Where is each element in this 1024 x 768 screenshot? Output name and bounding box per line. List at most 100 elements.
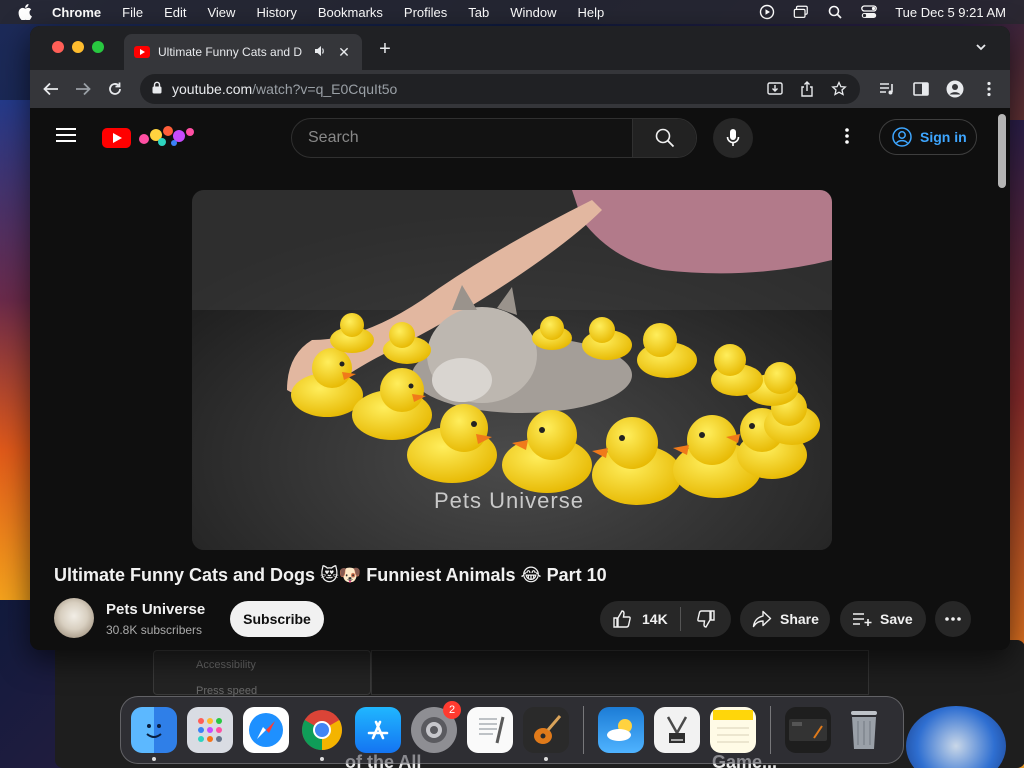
new-tab-button[interactable]: + [374,38,396,61]
voice-search-button[interactable] [713,118,753,158]
menubar-clock[interactable]: Tue Dec 5 9:21 AM [895,5,1006,20]
save-label: Save [880,611,913,627]
reload-icon[interactable] [106,80,124,98]
share-arrow-icon [752,610,772,628]
youtube-doodle-icon[interactable] [136,123,196,147]
video-title: Ultimate Funny Cats and Dogs 😻🐶 Funniest… [54,565,607,585]
menu-bookmarks[interactable]: Bookmarks [318,5,383,20]
channel-avatar[interactable] [54,598,94,638]
menu-bar: Chrome File Edit View History Bookmarks … [0,0,1024,24]
thumbs-down-icon [697,610,715,628]
search-box [291,118,697,158]
sign-in-label: Sign in [920,129,967,145]
zoom-window-button[interactable] [92,41,104,53]
video-player[interactable]: Pets Universe [192,190,832,550]
search-icon [655,128,674,148]
microphone-icon [726,129,740,146]
thumbs-up-icon [613,610,631,628]
minimize-window-button[interactable] [72,41,84,53]
control-center-icon[interactable] [861,4,878,20]
spotlight-search-icon[interactable] [827,4,843,20]
video-watermark: Pets Universe [434,488,584,513]
share-page-icon[interactable] [798,80,816,98]
address-bar[interactable]: youtube.com/watch?v=q_E0CquIt5o [140,74,860,104]
apple-icon[interactable] [18,4,36,20]
side-panel-icon[interactable] [912,80,930,98]
like-count: 14K [642,611,668,627]
menu-edit[interactable]: Edit [164,5,186,20]
hamburger-menu-icon[interactable] [56,128,76,146]
launchpad-icon[interactable] [187,707,233,753]
chrome-icon[interactable] [299,707,345,761]
background-panel-line: Accessibility [196,659,256,671]
tab-title: Ultimate Funny Cats and D [158,45,303,59]
url-host: youtube.com [172,81,253,97]
account-icon [892,127,912,147]
speaker-icon[interactable] [314,45,328,60]
tab-close-icon[interactable]: ✕ [336,44,352,61]
window-controls [52,41,104,53]
active-tab[interactable]: Ultimate Funny Cats and D ✕ [124,34,362,70]
youtube-header: Sign in [30,108,994,166]
save-button[interactable]: Save [840,601,926,637]
garageband-icon[interactable] [523,707,569,761]
channel-subscriber-count: 30.8K subscribers [106,623,203,637]
menu-view[interactable]: View [207,5,235,20]
forward-arrow-icon[interactable] [74,80,92,98]
lock-icon[interactable] [152,81,162,97]
dislike-button[interactable] [681,609,731,629]
playlist-add-icon [853,613,872,626]
screenshot-thumbnail-icon[interactable] [785,707,831,753]
menu-file[interactable]: File [122,5,143,20]
notes-icon[interactable] [710,707,756,753]
media-play-icon[interactable] [759,4,775,20]
youtube-logo[interactable] [102,128,131,148]
menu-window[interactable]: Window [510,5,556,20]
like-button[interactable]: 14K [600,609,680,629]
youtube-page: Sign in [30,108,1010,650]
background-settings-panel: Accessibility Press speed [153,650,371,697]
subscribe-button[interactable]: Subscribe [230,601,324,637]
dock-separator [770,706,771,754]
chrome-menu-icon[interactable] [980,80,998,98]
menu-tab[interactable]: Tab [468,5,489,20]
more-actions-button[interactable] [935,601,971,637]
safari-icon[interactable] [243,707,289,753]
install-app-icon[interactable] [766,80,784,98]
instruments-icon[interactable] [654,707,700,753]
settings-more-icon[interactable] [845,128,857,149]
screen-mirroring-icon[interactable] [793,4,809,20]
tab-strip: Ultimate Funny Cats and D ✕ + [30,26,1010,70]
like-dislike-group: 14K [600,601,731,637]
channel-name[interactable]: Pets Universe [106,601,205,618]
close-window-button[interactable] [52,41,64,53]
textedit-icon[interactable] [467,707,513,753]
menu-help[interactable]: Help [578,5,605,20]
url-path: /watch?v=q_E0CquIt5o [252,81,398,97]
finder-icon[interactable] [131,707,177,761]
profile-icon[interactable] [946,80,964,98]
chevron-down-icon[interactable] [974,40,988,59]
page-scrollbar[interactable] [998,114,1006,188]
search-input[interactable] [292,119,632,157]
weather-icon[interactable] [598,707,644,753]
more-horizontal-icon [945,617,961,621]
background-panel [371,650,869,695]
back-arrow-icon[interactable] [42,80,60,98]
dock-separator [583,706,584,754]
menu-profiles[interactable]: Profiles [404,5,447,20]
media-controls-icon[interactable] [878,80,896,98]
share-button[interactable]: Share [740,601,830,637]
system-settings-icon[interactable]: 2 [411,701,461,753]
browser-toolbar: youtube.com/watch?v=q_E0CquIt5o [30,70,1010,108]
bookmark-star-icon[interactable] [830,80,848,98]
trash-icon[interactable] [841,707,887,753]
app-store-icon[interactable] [355,707,401,753]
notification-badge: 2 [443,701,461,719]
youtube-favicon-icon [134,46,150,58]
chrome-window: Ultimate Funny Cats and D ✕ + youtube.co… [30,26,1010,650]
menu-app-name[interactable]: Chrome [52,5,101,20]
search-button[interactable] [632,119,696,157]
menu-history[interactable]: History [256,5,296,20]
sign-in-button[interactable]: Sign in [879,119,977,155]
